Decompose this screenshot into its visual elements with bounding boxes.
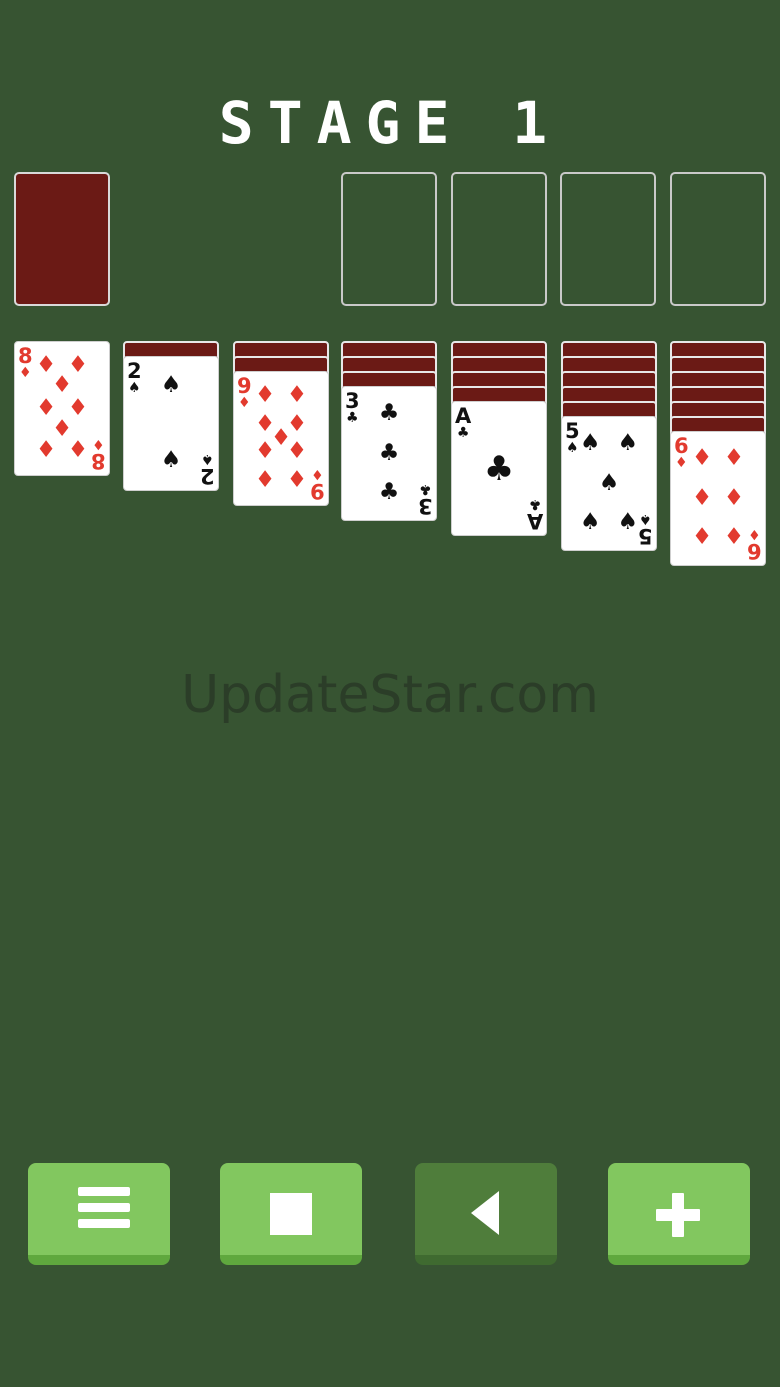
- foundation-slot-3[interactable]: [560, 172, 656, 306]
- stop-button[interactable]: [220, 1163, 362, 1265]
- card-pip-icon: ♦: [67, 437, 89, 464]
- watermark: UpdateStar.com: [181, 665, 599, 725]
- card-pip-icon: ♠: [617, 429, 639, 456]
- card-pip-icon: ♦: [254, 381, 276, 408]
- playing-card[interactable]: 8 ♦ 8 ♦ ♦ ♦ ♦ ♦ ♦ ♦ ♦ ♦: [14, 341, 110, 476]
- card-rank: 8: [18, 344, 33, 368]
- card-suit-icon: ♠: [128, 380, 141, 396]
- card-suit-icon: ♣: [456, 425, 470, 441]
- card-corner-index: 8 ♦: [91, 436, 106, 473]
- card-pip-icon: ♠: [160, 446, 182, 473]
- stock-pile[interactable]: [14, 172, 110, 306]
- card-pip-icon: ♦: [254, 467, 276, 494]
- card-rank: 3: [345, 389, 360, 413]
- card-suit-icon: ♣: [346, 410, 359, 426]
- card-pip-icon: ♦: [51, 371, 73, 398]
- card-rank: 2: [127, 359, 142, 383]
- card-corner-index: 5 ♠: [638, 511, 653, 548]
- playing-card[interactable]: 2 ♠ 2 ♠ ♠ ♠: [123, 356, 219, 491]
- card-rank: 3: [418, 494, 433, 518]
- card-suit-icon: ♣: [528, 496, 542, 512]
- playing-card[interactable]: 3 ♣ 3 ♣ ♣ ♣ ♣: [341, 386, 437, 521]
- card-corner-index: 2 ♠: [200, 451, 215, 488]
- card-rank: 8: [91, 449, 106, 473]
- card-suit-icon: ♦: [311, 466, 324, 482]
- card-pip-icon: ♣: [378, 399, 400, 426]
- card-pip-icon: ♦: [286, 381, 308, 408]
- card-suit-icon: ♠: [566, 440, 579, 456]
- foundation-slot-2[interactable]: [451, 172, 547, 306]
- stop-icon: [270, 1193, 312, 1235]
- card-suit-icon: ♠: [639, 511, 652, 527]
- card-pip-icon: ♣: [378, 439, 400, 466]
- playing-card[interactable]: 5 ♠ 5 ♠ ♠ ♠ ♠ ♠ ♠: [561, 416, 657, 551]
- card-corner-index: 9 ♦: [310, 466, 325, 503]
- card-pip-icon: ♣: [378, 479, 400, 506]
- card-rank: A: [455, 404, 472, 428]
- card-suit-icon: ♦: [675, 455, 688, 471]
- stage-title: STAGE 1: [218, 89, 562, 157]
- card-pip-icon: ♠: [160, 372, 182, 399]
- card-suit-icon: ♦: [238, 395, 251, 411]
- card-pip-icon: ♦: [723, 484, 745, 511]
- card-pip-icon: ♠: [579, 429, 601, 456]
- card-rank: A: [526, 509, 543, 533]
- undo-icon: [471, 1191, 499, 1235]
- add-button[interactable]: [608, 1163, 750, 1265]
- card-corner-index: 9 ♦: [237, 374, 252, 411]
- card-suit-icon: ♠: [201, 451, 214, 467]
- card-pip-icon: ♦: [286, 437, 308, 464]
- playing-card[interactable]: 9 ♦ 9 ♦ ♦ ♦ ♦ ♦ ♦ ♦ ♦ ♦ ♦: [233, 371, 329, 506]
- card-pip-icon: ♦: [691, 484, 713, 511]
- card-corner-index: 6 ♦: [674, 434, 689, 471]
- card-pip-icon: ♠: [579, 509, 601, 536]
- card-suit-icon: ♦: [19, 365, 32, 381]
- card-rank: 5: [638, 524, 653, 548]
- card-corner-index: A ♣: [455, 404, 472, 441]
- card-suit-icon: ♦: [92, 436, 105, 452]
- card-rank: 6: [747, 539, 762, 563]
- foundation-slot-1[interactable]: [341, 172, 437, 306]
- playing-card[interactable]: A ♣ A ♣ ♣: [451, 401, 547, 536]
- card-pip-icon: ♦: [254, 437, 276, 464]
- card-pip-icon: ♦: [723, 444, 745, 471]
- card-suit-icon: ♦: [748, 526, 761, 542]
- card-pip-icon: ♠: [598, 469, 620, 496]
- card-pip-icon: ♦: [723, 524, 745, 551]
- card-pip-icon: ♦: [691, 444, 713, 471]
- card-rank: 6: [674, 434, 689, 458]
- card-corner-index: A ♣: [526, 496, 543, 533]
- card-corner-index: 6 ♦: [747, 526, 762, 563]
- card-pip-icon: ♦: [286, 467, 308, 494]
- card-suit-icon: ♣: [419, 481, 432, 497]
- foundation-slot-4[interactable]: [670, 172, 766, 306]
- card-pip-icon: ♦: [35, 437, 57, 464]
- card-corner-index: 3 ♣: [418, 481, 433, 518]
- card-pip-icon: ♠: [617, 509, 639, 536]
- menu-button[interactable]: [28, 1163, 170, 1265]
- card-rank: 2: [200, 464, 215, 488]
- undo-button[interactable]: [415, 1163, 557, 1265]
- card-corner-index: 2 ♠: [127, 359, 142, 396]
- card-pip-icon: ♦: [691, 524, 713, 551]
- card-rank: 9: [310, 479, 325, 503]
- card-rank: 9: [237, 374, 252, 398]
- card-corner-index: 8 ♦: [18, 344, 33, 381]
- card-pip-icon: ♣: [483, 448, 515, 489]
- playing-card[interactable]: 6 ♦ 6 ♦ ♦ ♦ ♦ ♦ ♦ ♦: [670, 431, 766, 566]
- card-corner-index: 3 ♣: [345, 389, 360, 426]
